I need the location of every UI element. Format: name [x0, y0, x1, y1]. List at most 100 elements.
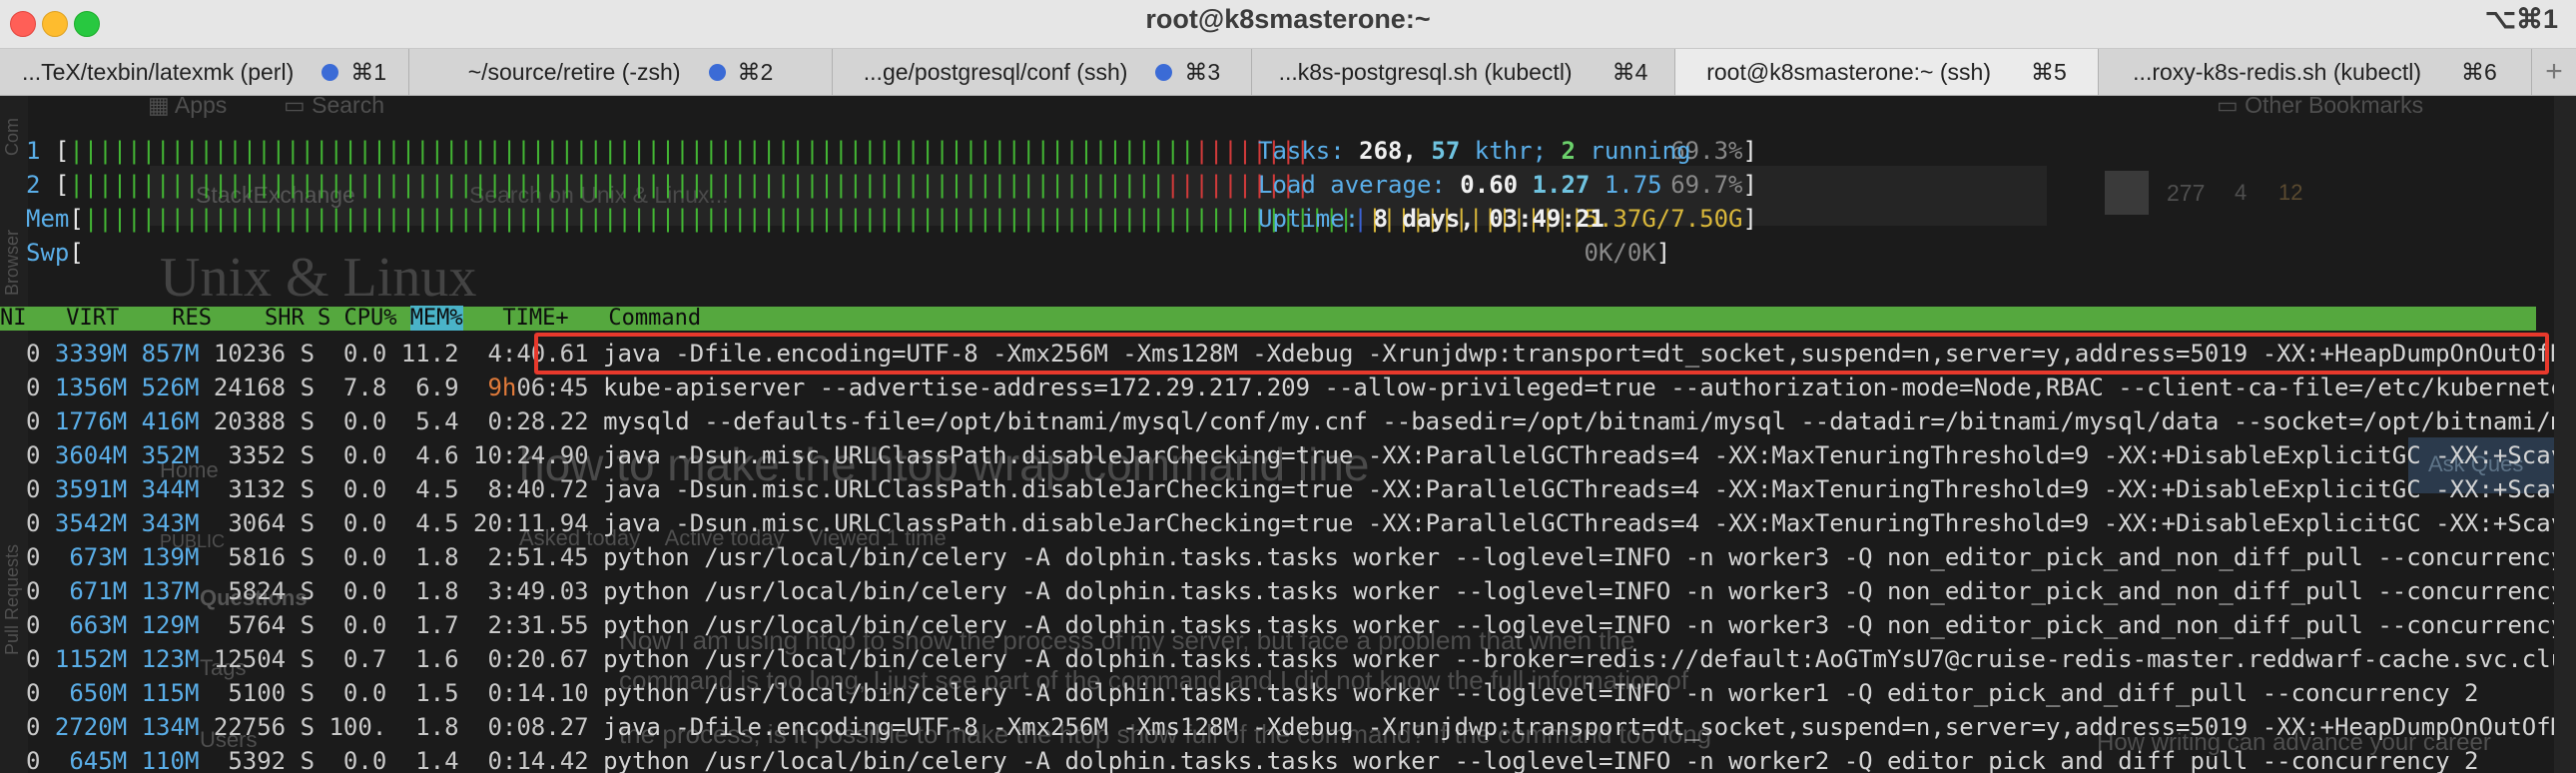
mem-label: Mem — [26, 205, 70, 233]
process-row[interactable]: 0 1776M 416M 20388 S 0.0 5.4 0:28.22 mys… — [26, 404, 2576, 438]
cell-time: 0:20.67 — [487, 645, 589, 673]
cell-res: 134M — [141, 713, 200, 741]
tab-k8smasterone[interactable]: root@k8smasterone:~ (ssh) ⌘5 — [1675, 49, 2099, 95]
process-row[interactable]: 0 1356M 526M 24168 S 7.8 6.9 9h06:45 kub… — [26, 371, 2576, 404]
column-cpu[interactable]: CPU% — [343, 306, 396, 331]
tab-shortcut: ⌘2 — [737, 58, 774, 85]
cell-ni: 0 — [26, 441, 41, 469]
running-label: running — [1590, 137, 1691, 165]
cell-cpu: 0.0 — [342, 509, 387, 537]
tab-postgresql-conf[interactable]: ...ge/postgresql/conf (ssh) ⌘3 — [833, 49, 1252, 95]
tab-retire[interactable]: ~/source/retire (-zsh) ⌘2 — [409, 49, 833, 95]
cell-shr: 5392 — [228, 747, 287, 773]
process-row[interactable]: 0 645M 110M 5392 S 0.0 1.4 0:14.42 pytho… — [26, 744, 2478, 773]
process-row[interactable]: 0 650M 115M 5100 S 0.0 1.5 0:14.10 pytho… — [26, 676, 2478, 710]
process-row[interactable]: 0 3591M 344M 3132 S 0.0 4.5 8:40.72 java… — [26, 472, 2576, 506]
cell-virt: 1356M — [54, 374, 128, 401]
uptime-label: Uptime: — [1258, 205, 1360, 233]
mem-bar-used: ||||||||||||||||||||||||||||||||||||||||… — [83, 205, 1354, 233]
column-time[interactable]: TIME+ — [502, 306, 568, 331]
window-titlebar: root@k8smasterone:~ ⌥⌘1 — [0, 0, 2576, 49]
column-shr[interactable]: SHR — [265, 306, 305, 331]
cell-state: S — [300, 407, 316, 435]
cell-cpu: 0.0 — [342, 407, 387, 435]
cell-ni: 0 — [26, 713, 41, 741]
tasks-label: Tasks: — [1258, 137, 1345, 165]
column-virt[interactable]: VIRT — [66, 306, 119, 331]
cell-cpu: 7.8 — [342, 374, 387, 401]
cell-res: 123M — [141, 645, 200, 673]
running-count: 2 — [1561, 137, 1576, 165]
cell-ni: 0 — [26, 611, 41, 639]
terminal-scrollbar[interactable] — [2554, 96, 2576, 773]
cell-virt: 3542M — [54, 509, 128, 537]
load-label: Load average: — [1258, 171, 1446, 199]
process-row[interactable]: 0 671M 137M 5824 S 0.0 1.8 3:49.03 pytho… — [26, 574, 2576, 608]
cell-shr: 24168 — [213, 374, 287, 401]
cell-shr: 5764 — [228, 611, 287, 639]
load-1: 0.60 — [1460, 171, 1519, 199]
column-mem[interactable]: MEM% — [409, 306, 463, 331]
process-row[interactable]: 0 2720M 134M 22756 S 100. 1.8 0:08.27 ja… — [26, 710, 2576, 744]
cell-ni: 0 — [26, 374, 41, 401]
tab-k8s-redis[interactable]: ...roxy-k8s-redis.sh (kubectl) ⌘6 — [2099, 49, 2532, 95]
tab-latexmk[interactable]: ...TeX/texbin/latexmk (perl) ⌘1 — [0, 49, 409, 95]
process-row[interactable]: 0 663M 129M 5764 S 0.0 1.7 2:31.55 pytho… — [26, 608, 2576, 642]
process-row[interactable]: 0 3542M 343M 3064 S 0.0 4.5 20:11.94 jav… — [26, 506, 2576, 540]
cell-time: 8:40.72 — [487, 475, 589, 503]
new-tab-button[interactable]: + — [2532, 49, 2576, 95]
process-table-header: NI VIRT RES SHR S CPU% MEM% TIME+ Comman… — [0, 306, 2536, 331]
cell-command: python /usr/local/bin/celery -A dolphin.… — [603, 679, 2479, 707]
cell-virt: 1152M — [54, 645, 128, 673]
swp-meter: Swp[ 0K/0K] — [26, 239, 1671, 267]
cpu1-label: 1 — [26, 137, 41, 165]
cell-time: 20:11.94 — [473, 509, 589, 537]
ghost-rep: 277 — [2167, 180, 2206, 206]
cell-command: java -Dfile.encoding=UTF-8 -Xmx256M -Xms… — [603, 713, 2576, 741]
cell-command: python /usr/local/bin/celery -A dolphin.… — [603, 645, 2576, 673]
cell-state: S — [300, 611, 316, 639]
ghost-apps-link: ▦ Apps — [148, 96, 227, 119]
folder-icon: ▭ — [284, 96, 313, 118]
column-ni[interactable]: NI — [0, 306, 27, 331]
ghost-side-tab: Pull Requests — [2, 543, 22, 655]
cell-mem: 4.5 — [415, 509, 459, 537]
column-command[interactable]: Command — [608, 306, 701, 331]
process-row[interactable]: 0 673M 139M 5816 S 0.0 1.8 2:51.45 pytho… — [26, 540, 2576, 574]
mem-value: 5.37G/7.50G — [1584, 205, 1743, 233]
cell-command: python /usr/local/bin/celery -A dolphin.… — [603, 611, 2576, 639]
column-state[interactable]: S — [318, 306, 330, 331]
process-row[interactable]: 0 1152M 123M 12504 S 0.7 1.6 0:20.67 pyt… — [26, 642, 2576, 676]
cell-state: S — [300, 509, 316, 537]
process-row[interactable]: 0 3604M 352M 3352 S 0.0 4.6 10:24.90 jav… — [26, 438, 2576, 472]
cell-command: mysqld --defaults-file=/opt/bitnami/mysq… — [603, 407, 2576, 435]
tab-label: ...TeX/texbin/latexmk (perl) — [21, 58, 295, 85]
cell-virt: 1776M — [54, 407, 128, 435]
cell-ni: 0 — [26, 679, 41, 707]
cell-cpu: 0.0 — [342, 611, 387, 639]
cpu2-bar-user: ||||||||||||||||||||||||||||||||||||||||… — [69, 171, 1166, 199]
cell-mem: 4.5 — [415, 475, 459, 503]
ghost-other-bookmarks-label: Other Bookmarks — [2245, 96, 2424, 118]
kthr-label: kthr; — [1474, 137, 1548, 165]
cell-res: 115M — [141, 679, 200, 707]
cell-mem: 5.4 — [415, 407, 459, 435]
folder-icon: ▭ — [2217, 96, 2246, 118]
cell-res: 137M — [141, 577, 200, 605]
cell-state: S — [300, 577, 316, 605]
cell-ni: 0 — [26, 543, 41, 571]
ghost-search-link: ▭ Search — [284, 96, 384, 119]
cell-time: 06:45 — [516, 374, 589, 401]
load-stat: Load average: 0.60 1.27 1.75 — [1258, 168, 1662, 202]
tab-label: ...roxy-k8s-redis.sh (kubectl) — [2133, 58, 2422, 85]
cell-state: S — [300, 374, 316, 401]
column-res[interactable]: RES — [172, 306, 212, 331]
cell-cpu: 0.0 — [342, 543, 387, 571]
window-shortcut: ⌥⌘1 — [2484, 4, 2558, 34]
cell-shr: 20388 — [213, 407, 287, 435]
cell-mem: 1.7 — [415, 611, 459, 639]
tab-shortcut: ⌘3 — [1184, 58, 1221, 85]
cell-mem: 1.8 — [415, 713, 459, 741]
terminal-pane[interactable]: Com Browser Pull Requests ▦ Apps ▭ Searc… — [0, 96, 2576, 773]
tab-k8s-postgresql[interactable]: ...k8s-postgresql.sh (kubectl) ⌘4 — [1252, 49, 1675, 95]
